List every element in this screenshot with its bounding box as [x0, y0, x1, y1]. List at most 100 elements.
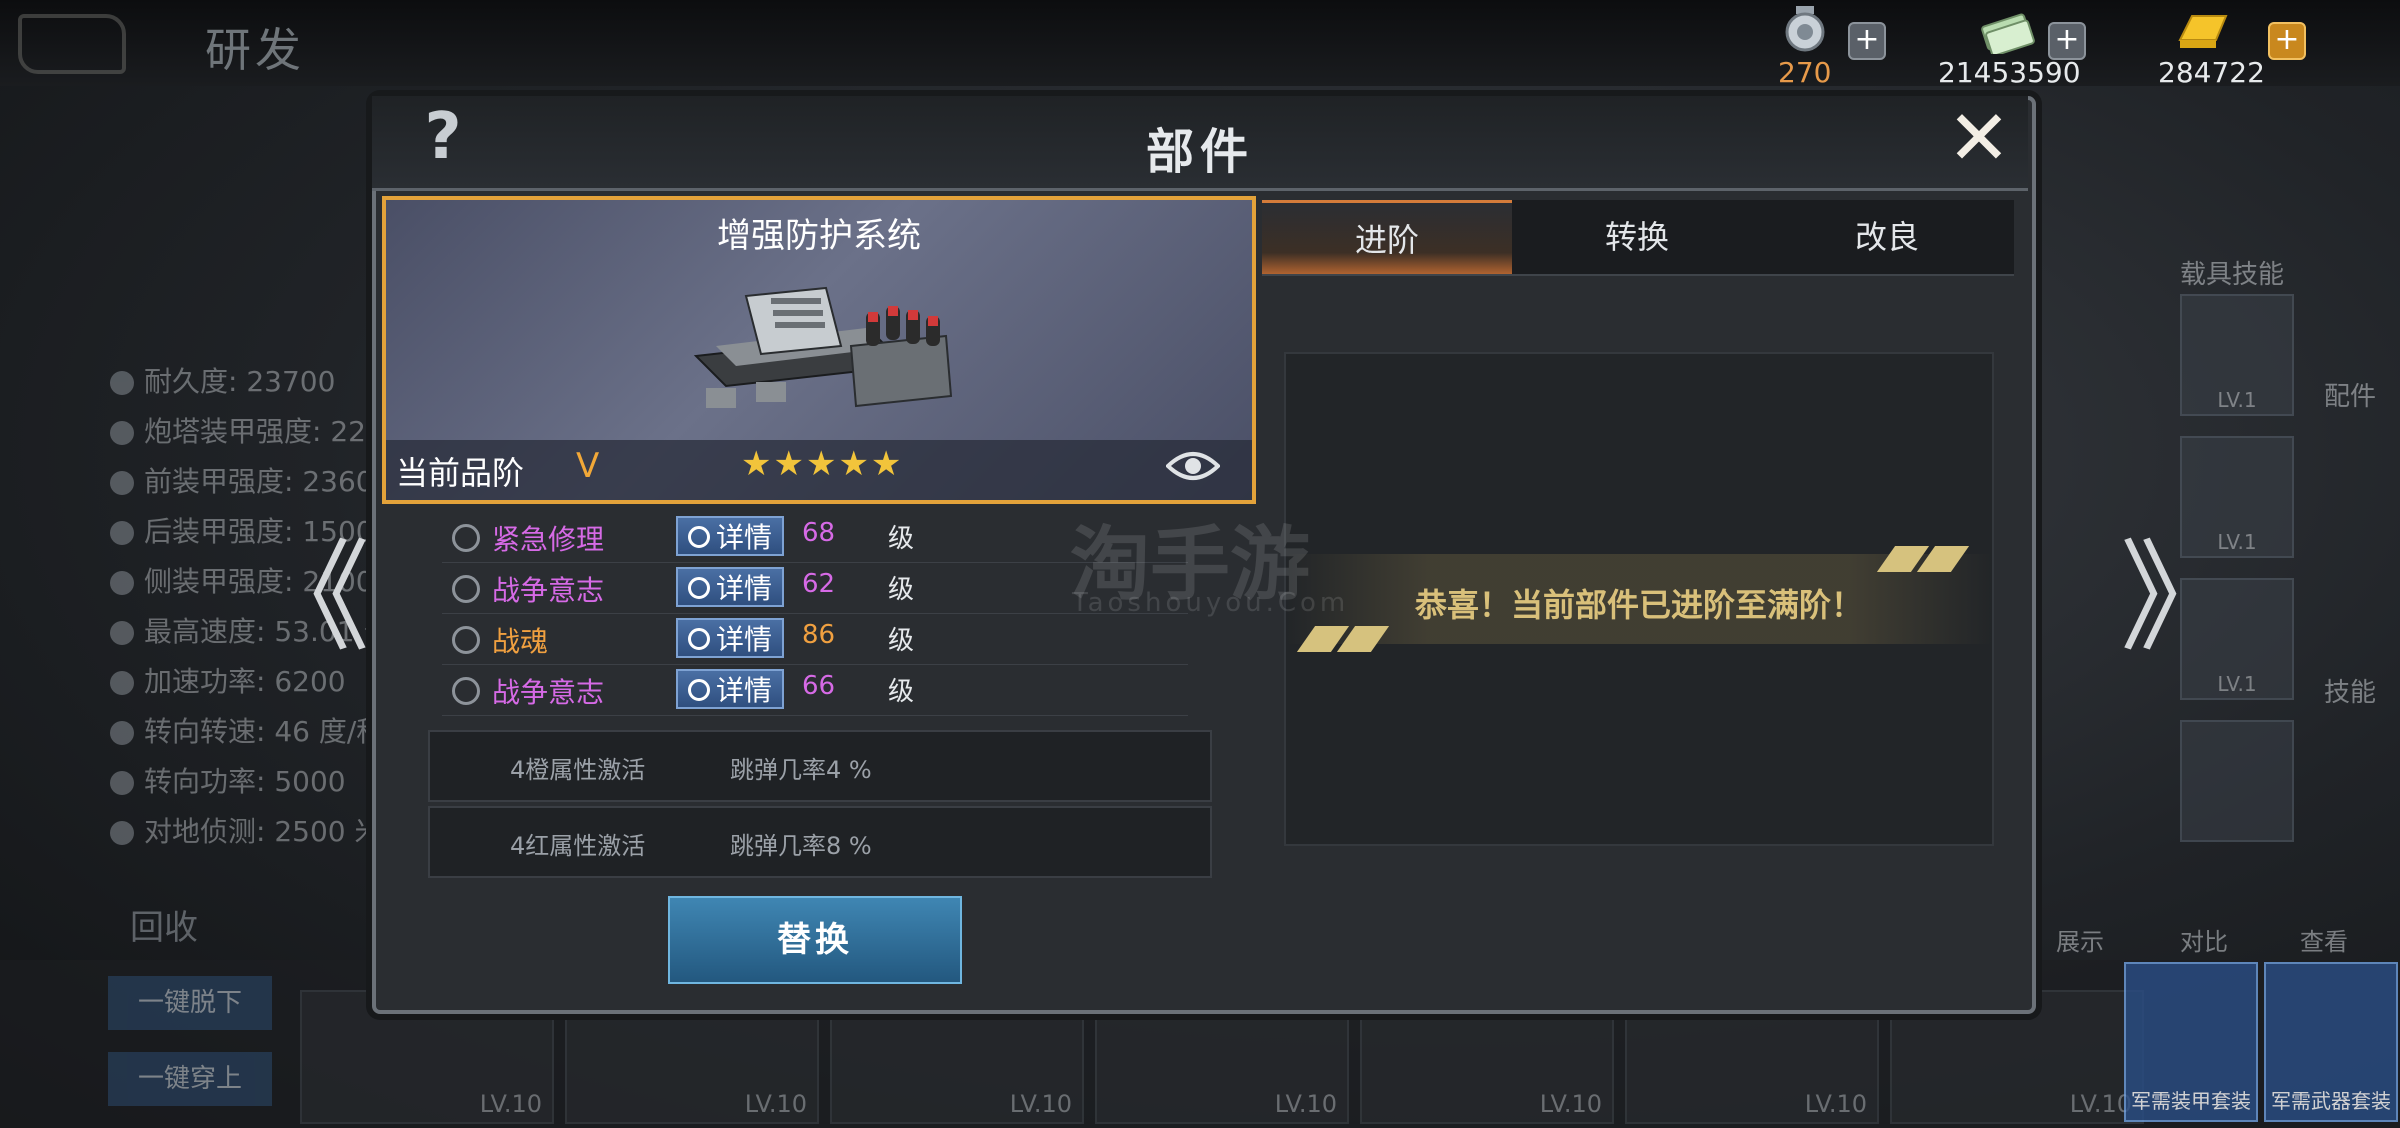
add-medal-button[interactable]: +	[1848, 22, 1886, 60]
attribute-row: 4橙属性激活 跳弹几率4 %	[428, 730, 1212, 802]
grade-stars: ★★★★★	[741, 444, 904, 484]
war-will-icon	[452, 677, 480, 705]
skill-level-unit: 级	[888, 626, 915, 656]
slot-level: LV.10	[744, 1090, 807, 1118]
magnifier-icon	[688, 577, 710, 599]
eye-icon[interactable]	[1166, 446, 1220, 486]
recycle-button[interactable]: 回收	[130, 900, 198, 949]
part-card: 增强防护系统 当前品阶 V ★★★★★	[382, 196, 1256, 504]
add-cash-button[interactable]: +	[2048, 22, 2086, 60]
rear-armor-icon	[110, 521, 134, 545]
detail-label: 详情	[716, 572, 773, 605]
parts-side-tab[interactable]: 配件	[2324, 376, 2376, 413]
vehicle-skills-title: 载具技能	[2180, 260, 2285, 290]
skill-detail-button[interactable]: 详情	[676, 618, 784, 658]
watermark-url: Taoshouyou.Com	[1072, 588, 1350, 618]
skill-name: 紧急修理	[492, 523, 605, 556]
medal-resource: 270 +	[1776, 6, 1896, 89]
skill-row: 战争意志 详情 66 级	[442, 665, 1188, 716]
medal-icon	[1785, 6, 1825, 52]
skills-side-tab[interactable]: 技能	[2324, 672, 2376, 709]
stat-turn-speed: 转向转速: 46 度/秒	[144, 715, 385, 748]
weapon-suit-label: 军需武器套装	[2271, 1089, 2391, 1113]
previous-part-arrow[interactable]: 《	[250, 500, 370, 674]
skill-detail-button[interactable]: 详情	[676, 669, 784, 709]
skill-level-unit: 级	[888, 524, 915, 554]
magnifier-icon	[688, 526, 710, 548]
skill-name: 战争意志	[492, 574, 605, 607]
detail-label: 详情	[716, 623, 773, 656]
skill-detail-button[interactable]: 详情	[676, 516, 784, 556]
tab-advance[interactable]: 进阶	[1262, 200, 1512, 274]
dialog-title: 部件	[1145, 124, 1254, 180]
weapon-suit-button[interactable]: 军需武器套装	[2264, 962, 2398, 1122]
stat-turret-armor: 炮塔装甲强度: 223	[144, 415, 384, 448]
show-button[interactable]: 展示	[2056, 922, 2104, 957]
vehicle-skill-slot[interactable]	[2180, 720, 2294, 842]
skill-name: 战魂	[492, 625, 549, 658]
stat-durability: 耐久度: 23700	[144, 365, 336, 398]
advance-panel: 恭喜！当前部件已进阶至满阶！	[1284, 352, 1994, 846]
max-grade-banner: 恭喜！当前部件已进阶至满阶！	[1286, 546, 1992, 652]
grade-bar: 当前品阶 V ★★★★★	[386, 440, 1252, 500]
add-gold-button[interactable]: +	[2268, 22, 2306, 60]
skill-row: 战魂 详情 86 级	[442, 614, 1188, 665]
turn-power-icon	[110, 771, 134, 795]
detail-label: 详情	[716, 674, 773, 707]
attribute-name: 4橙属性激活	[510, 756, 646, 784]
skill-level: LV.1	[2217, 672, 2257, 696]
war-will-icon	[452, 575, 480, 603]
stat-ground-detect: 对地侦测: 2500 米	[144, 815, 383, 848]
turret-armor-icon	[110, 421, 134, 445]
speed-icon	[110, 621, 134, 645]
magnifier-icon	[688, 628, 710, 650]
back-button[interactable]	[18, 14, 126, 74]
side-armor-icon	[110, 571, 134, 595]
armor-system-image	[693, 286, 953, 408]
attribute-value: 跳弹几率4 %	[730, 756, 872, 784]
slot-level: LV.10	[1274, 1090, 1337, 1118]
attribute-name: 4红属性激活	[510, 832, 646, 860]
skill-level-unit: 级	[888, 677, 915, 707]
cash-resource: 21453590 +	[1936, 6, 2106, 89]
stat-turn-power: 转向功率: 5000	[144, 765, 346, 798]
replace-button[interactable]: 替换	[668, 896, 962, 984]
tab-convert[interactable]: 转换	[1512, 200, 1762, 274]
close-button[interactable]: ✕	[1942, 100, 2016, 176]
gold-count: 284722	[2158, 56, 2265, 89]
magnifier-icon	[688, 679, 710, 701]
page-title: 研发	[205, 23, 305, 77]
cash-count: 21453590	[1938, 56, 2081, 89]
max-grade-message: 恭喜！当前部件已进阶至满阶！	[1414, 586, 1863, 624]
unequip-all-button[interactable]: 一键脱下	[108, 976, 272, 1030]
front-armor-icon	[110, 471, 134, 495]
skill-level: 68	[802, 518, 836, 548]
war-soul-icon	[452, 626, 480, 654]
view-button[interactable]: 查看	[2300, 922, 2348, 957]
vehicle-skill-slot[interactable]: LV.1	[2180, 294, 2294, 416]
skill-level: 86	[802, 620, 836, 650]
gold-resource: 284722 +	[2156, 6, 2306, 89]
slot-level: LV.10	[1804, 1090, 1867, 1118]
tab-improve[interactable]: 改良	[1762, 200, 2012, 274]
dialog-header: 部件 ? ✕	[372, 96, 2028, 191]
attribute-value: 跳弹几率8 %	[730, 832, 872, 860]
attribute-row: 4红属性激活 跳弹几率8 %	[428, 806, 1212, 878]
skill-name: 战争意志	[492, 676, 605, 709]
skill-level-unit: 级	[888, 575, 915, 605]
slot-level: LV.10	[1539, 1090, 1602, 1118]
turn-speed-icon	[110, 721, 134, 745]
equip-all-button[interactable]: 一键穿上	[108, 1052, 272, 1106]
stat-front-armor: 前装甲强度: 2360	[144, 465, 374, 498]
cash-icon	[1981, 13, 2035, 54]
gold-icon	[2178, 15, 2228, 48]
grade-value: V	[576, 446, 600, 486]
top-bar: 研发 270 + 21453590 + 284722 +	[0, 0, 2400, 89]
next-part-arrow[interactable]: 》	[2120, 500, 2240, 674]
skill-level: 62	[802, 569, 836, 599]
compare-button[interactable]: 对比	[2180, 922, 2228, 957]
skill-detail-button[interactable]: 详情	[676, 567, 784, 607]
grade-label: 当前品阶	[396, 454, 525, 492]
armor-suit-button[interactable]: 军需装甲套装	[2124, 962, 2258, 1122]
help-button[interactable]: ?	[410, 102, 476, 172]
